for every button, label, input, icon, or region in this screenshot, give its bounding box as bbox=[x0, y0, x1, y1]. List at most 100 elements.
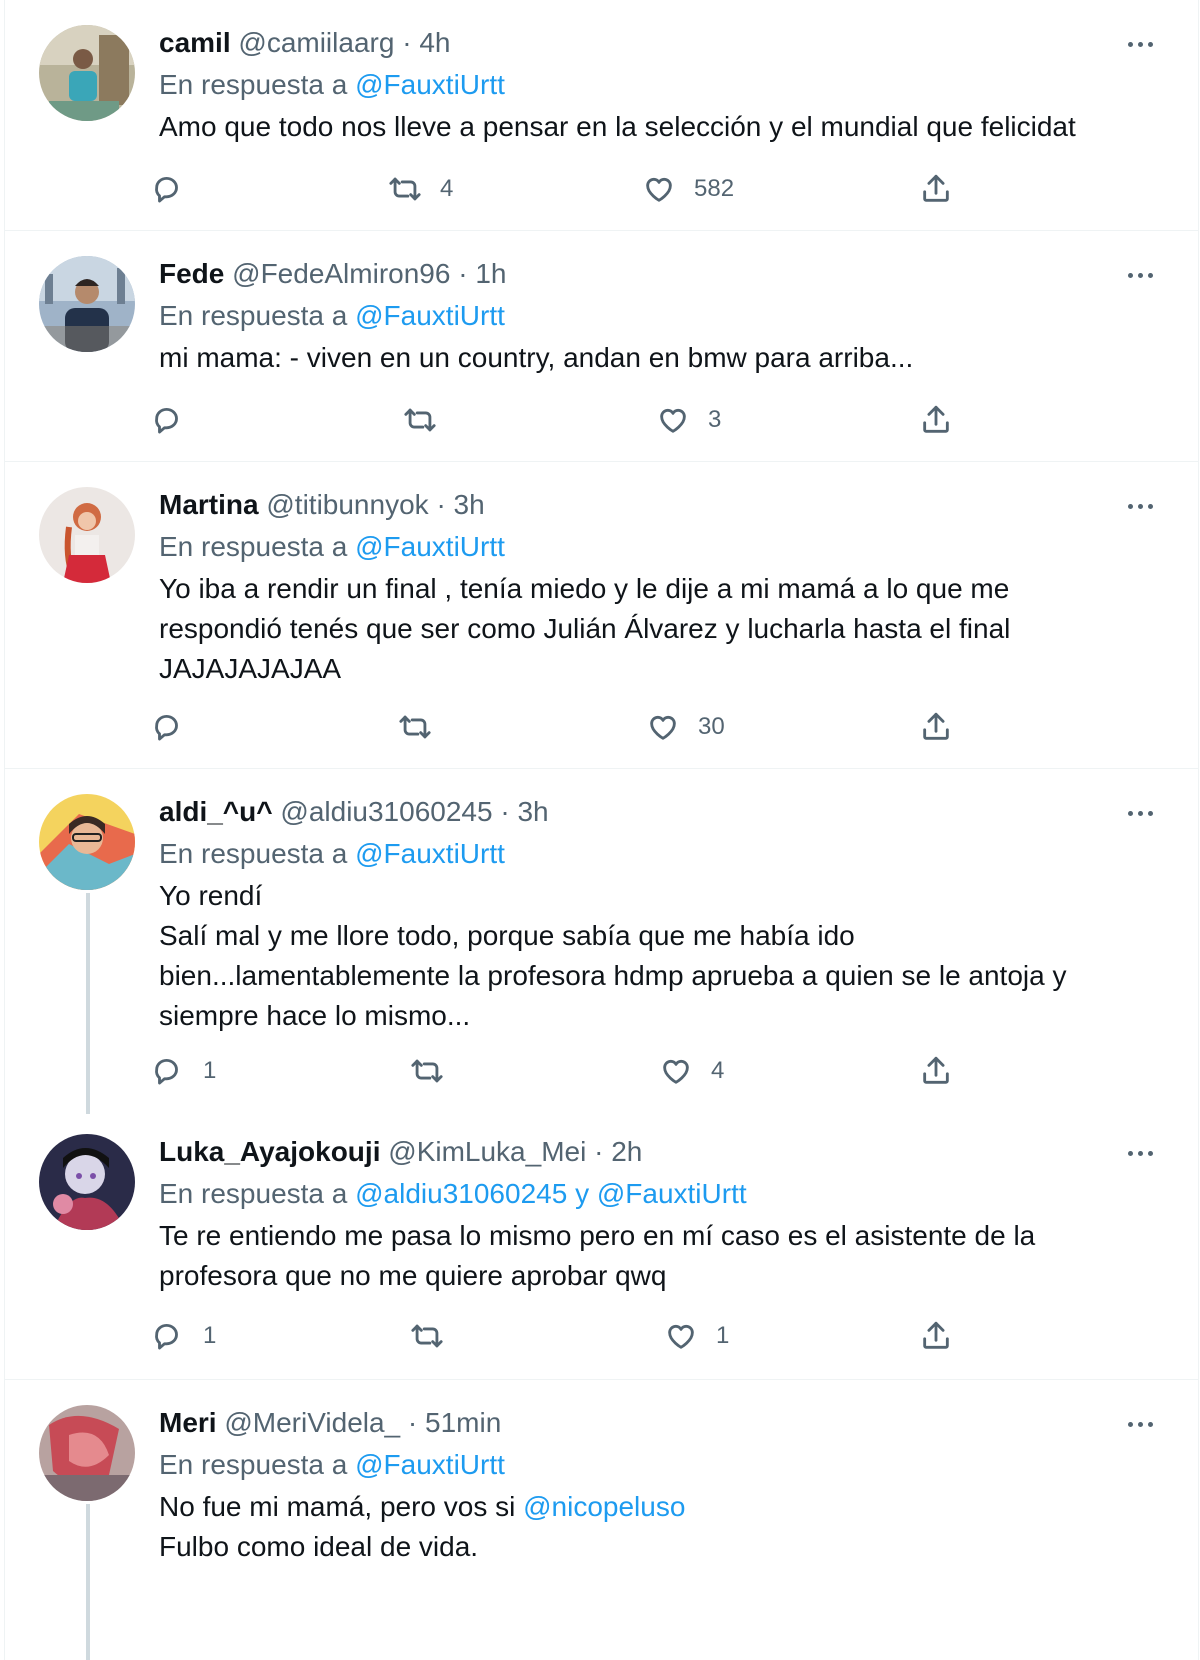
timestamp[interactable]: 4h bbox=[419, 27, 450, 58]
like-icon bbox=[668, 1324, 694, 1349]
separator-dot: · bbox=[500, 796, 510, 827]
like-icon bbox=[663, 1059, 689, 1084]
timestamp[interactable]: 3h bbox=[517, 796, 548, 827]
user-handle[interactable]: @MeriVidela_ bbox=[224, 1407, 400, 1438]
user-handle[interactable]: @titibunnyok bbox=[266, 489, 428, 520]
like-button[interactable]: 582 bbox=[642, 172, 734, 206]
tweet-text-line: Yo rendí bbox=[159, 880, 263, 911]
display-name[interactable]: Martina bbox=[159, 489, 259, 520]
display-name[interactable]: Fede bbox=[159, 258, 224, 289]
share-icon bbox=[923, 712, 949, 740]
retweet-button[interactable] bbox=[398, 710, 450, 744]
tweet-text: Yo iba a rendir un final , tenía miedo y… bbox=[159, 569, 1169, 689]
share-button[interactable] bbox=[919, 172, 953, 206]
reply-icon bbox=[155, 1058, 178, 1085]
more-icon[interactable] bbox=[1120, 29, 1160, 59]
reply-prefix: En respuesta a bbox=[159, 1449, 348, 1480]
like-button[interactable]: 1 bbox=[664, 1319, 729, 1353]
retweet-button[interactable] bbox=[410, 1054, 462, 1088]
share-button[interactable] bbox=[919, 1319, 953, 1353]
mention-link[interactable]: @FauxtiUrtt bbox=[355, 300, 505, 331]
retweet-icon bbox=[404, 408, 436, 432]
display-name[interactable]: aldi_^u^ bbox=[159, 796, 273, 827]
more-icon[interactable] bbox=[1120, 1409, 1160, 1439]
tweet-text-line: Te re entiendo me pasa lo mismo pero en … bbox=[159, 1220, 1036, 1251]
avatar[interactable] bbox=[39, 1405, 135, 1501]
retweet-button[interactable] bbox=[403, 403, 455, 437]
separator-dot: · bbox=[407, 1407, 418, 1438]
tweet-header: Meri @MeriVidela_ · 51min bbox=[159, 1406, 501, 1440]
display-name[interactable]: Luka_Ayajokouji bbox=[159, 1136, 380, 1167]
thread-connector bbox=[86, 1504, 90, 1660]
timestamp[interactable]: 2h bbox=[611, 1136, 642, 1167]
like-count: 3 bbox=[708, 406, 722, 433]
more-icon[interactable] bbox=[1120, 260, 1160, 290]
like-count: 1 bbox=[716, 1322, 730, 1349]
share-button[interactable] bbox=[919, 710, 953, 744]
reply-button[interactable]: 1 bbox=[151, 1054, 216, 1088]
mention-link[interactable]: @FauxtiUrtt bbox=[355, 1449, 505, 1480]
like-icon bbox=[650, 715, 676, 740]
mention-link[interactable]: @FauxtiUrtt bbox=[597, 1178, 747, 1209]
tweet-text-line: JAJAJAJAJAA bbox=[159, 653, 342, 684]
retweet-button[interactable] bbox=[410, 1319, 462, 1353]
timestamp[interactable]: 1h bbox=[475, 258, 506, 289]
mention-link[interactable]: @FauxtiUrtt bbox=[355, 838, 505, 869]
avatar[interactable] bbox=[39, 1134, 135, 1230]
reply-prefix: En respuesta a bbox=[159, 531, 348, 562]
reply-prefix: En respuesta a bbox=[159, 69, 348, 100]
reply-count: 1 bbox=[203, 1322, 217, 1349]
reply-button[interactable]: 1 bbox=[151, 1319, 216, 1353]
reply-button[interactable] bbox=[151, 710, 203, 744]
avatar[interactable] bbox=[39, 25, 135, 121]
mention-link[interactable]: @FauxtiUrtt bbox=[355, 531, 505, 562]
reply-icon bbox=[155, 1323, 178, 1350]
like-button[interactable]: 30 bbox=[646, 710, 725, 744]
like-button[interactable]: 3 bbox=[656, 403, 721, 437]
reply-icon bbox=[155, 714, 178, 741]
more-icon[interactable] bbox=[1120, 798, 1160, 828]
reply-context: En respuesta a @FauxtiUrtt bbox=[159, 530, 505, 564]
thread-connector bbox=[86, 893, 90, 1114]
tweet[interactable]: aldi_^u^ @aldiu31060245 · 3h En respuest… bbox=[5, 769, 1198, 1114]
tweet-text-line: Yo iba a rendir un final , tenía miedo y… bbox=[159, 573, 1010, 604]
like-button[interactable]: 4 bbox=[659, 1054, 724, 1088]
more-icon[interactable] bbox=[1120, 1138, 1160, 1168]
avatar[interactable] bbox=[39, 256, 135, 352]
user-handle[interactable]: @camiilaarg bbox=[238, 27, 394, 58]
tweet-text-line: respondió tenés que ser como Julián Álva… bbox=[159, 613, 1011, 644]
avatar[interactable] bbox=[39, 487, 135, 583]
tweet-header: Fede @FedeAlmiron96 · 1h bbox=[159, 257, 507, 291]
tweet-text: No fue mi mamá, pero vos si @nicopeluso … bbox=[159, 1487, 1169, 1567]
tweet[interactable]: Fede @FedeAlmiron96 · 1h En respuesta a … bbox=[5, 231, 1198, 462]
user-handle[interactable]: @KimLuka_Mei bbox=[388, 1136, 586, 1167]
separator-dot: · bbox=[436, 489, 446, 520]
tweet[interactable]: Luka_Ayajokouji @KimLuka_Mei · 2h En res… bbox=[5, 1114, 1198, 1380]
separator-dot: · bbox=[458, 258, 468, 289]
retweet-button[interactable]: 4 bbox=[388, 172, 453, 206]
user-handle[interactable]: @FedeAlmiron96 bbox=[232, 258, 450, 289]
tweet-text-line: mi mama: - viven en un country, andan en… bbox=[159, 342, 914, 373]
display-name[interactable]: camil bbox=[159, 27, 231, 58]
more-icon[interactable] bbox=[1120, 491, 1160, 521]
reply-button[interactable] bbox=[151, 172, 203, 206]
tweet[interactable]: Martina @titibunnyok · 3h En respuesta a… bbox=[5, 462, 1198, 769]
share-button[interactable] bbox=[919, 1054, 953, 1088]
user-handle[interactable]: @aldiu31060245 bbox=[280, 796, 492, 827]
mention-link[interactable]: @nicopeluso bbox=[523, 1491, 685, 1522]
reply-button[interactable] bbox=[151, 403, 203, 437]
reply-icon bbox=[155, 407, 178, 434]
tweet[interactable]: camil @camiilaarg · 4h En respuesta a @F… bbox=[5, 0, 1198, 231]
tweet-text-line: siempre hace lo mismo... bbox=[159, 1000, 471, 1031]
retweet-icon bbox=[399, 715, 431, 739]
timestamp[interactable]: 51min bbox=[425, 1407, 501, 1438]
mention-link[interactable]: @FauxtiUrtt bbox=[355, 69, 505, 100]
share-button[interactable] bbox=[919, 403, 953, 437]
timestamp[interactable]: 3h bbox=[454, 489, 485, 520]
display-name[interactable]: Meri bbox=[159, 1407, 217, 1438]
tweet-text-segment: No fue mi mamá, pero vos si bbox=[159, 1491, 516, 1522]
avatar[interactable] bbox=[39, 794, 135, 890]
reply-join: y bbox=[575, 1178, 590, 1209]
mention-link[interactable]: @aldiu31060245 bbox=[355, 1178, 567, 1209]
tweet[interactable]: Meri @MeriVidela_ · 51min En respuesta a… bbox=[5, 1380, 1198, 1660]
